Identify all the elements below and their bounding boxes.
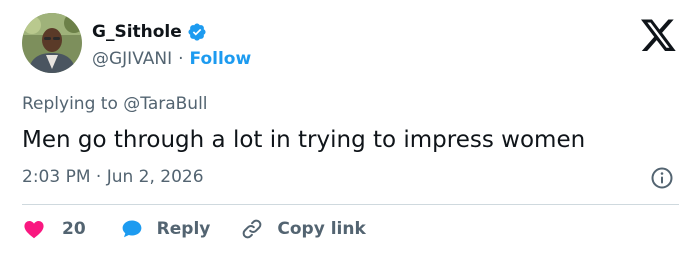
tweet-timestamp[interactable]: 2:03 PM · Jun 2, 2026 (22, 166, 204, 188)
author-display-name[interactable]: G_Sithole (92, 21, 182, 43)
replying-to-line: Replying to @TaraBull (22, 93, 208, 115)
copy-link-button[interactable]: Copy link (240, 217, 366, 241)
follow-button[interactable]: Follow (190, 48, 252, 70)
replying-to-prefix: Replying to (22, 94, 118, 114)
like-button[interactable]: 20 (22, 217, 86, 241)
tweet-text: Men go through a lot in trying to impres… (22, 127, 586, 153)
copy-link-label: Copy link (277, 219, 366, 239)
x-logo-icon[interactable] (641, 19, 677, 53)
reply-label: Reply (156, 219, 211, 239)
reply-button[interactable]: Reply (120, 217, 211, 241)
divider (22, 204, 679, 205)
speech-bubble-icon (120, 217, 144, 241)
verified-badge-icon (187, 22, 207, 42)
author-handle[interactable]: @GJIVANI (92, 48, 172, 70)
link-icon (240, 217, 264, 241)
handle-separator: · (178, 49, 184, 69)
replying-to-mention[interactable]: @TaraBull (123, 94, 207, 114)
author-name-row: G_Sithole (92, 21, 207, 43)
heart-icon (22, 217, 46, 241)
info-icon[interactable] (650, 166, 674, 190)
avatar[interactable] (22, 13, 82, 73)
like-count: 20 (62, 219, 86, 239)
author-handle-row: @GJIVANI · Follow (92, 48, 251, 70)
action-bar: 20 Reply Copy link (22, 217, 366, 241)
